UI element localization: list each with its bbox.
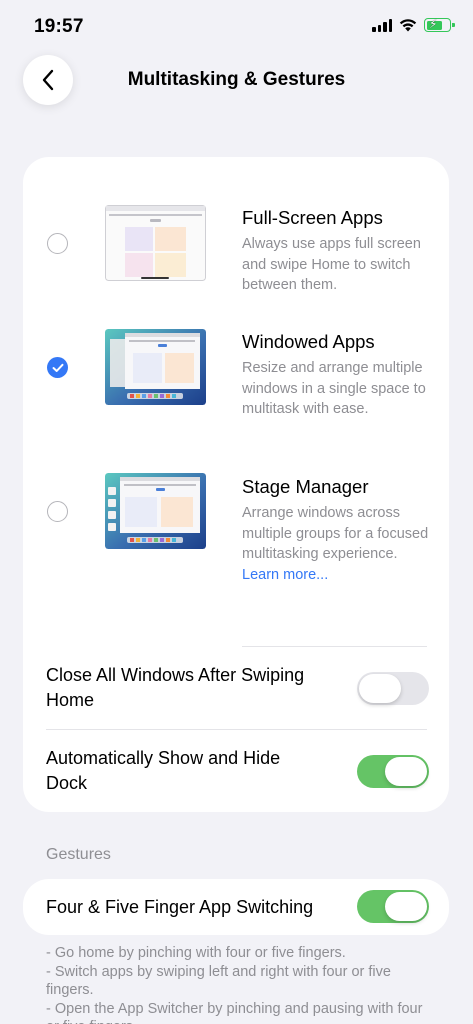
four-five-finger-toggle[interactable]: [357, 890, 429, 923]
radio-windowed[interactable]: [47, 357, 68, 378]
multitasking-modes-card: Full-Screen Apps Always use apps full sc…: [23, 157, 449, 812]
four-five-finger-row: Four & Five Finger App Switching: [23, 879, 449, 935]
page-title: Multitasking & Gestures: [127, 69, 346, 90]
learn-more-link[interactable]: Learn more...: [242, 567, 328, 583]
cellular-signal-icon: [372, 18, 392, 32]
checkmark-icon: [52, 363, 63, 372]
mode-title: Full-Screen Apps: [242, 207, 383, 228]
toggle-label: Four & Five Finger App Switching: [46, 897, 314, 917]
close-windows-row: Close All Windows After Swiping Home: [23, 647, 449, 729]
wifi-icon: [399, 19, 417, 32]
mode-description: Resize and arrange multiple windows in a…: [242, 360, 426, 417]
mode-option-windowed[interactable]: Windowed Apps Resize and arrange multipl…: [23, 325, 449, 435]
close-windows-toggle[interactable]: [357, 672, 429, 705]
auto-hide-dock-toggle[interactable]: [357, 755, 429, 788]
gestures-card: Four & Five Finger App Switching: [23, 879, 449, 935]
footer-note: - Switch apps by swiping left and right …: [46, 963, 391, 999]
mode-description-text: Arrange windows across multiple groups f…: [242, 505, 429, 562]
footer-note: - Open the App Switcher by pinching and …: [46, 1000, 423, 1024]
gestures-footer-notes: - Go home by pinching with four or five …: [46, 944, 436, 1024]
mode-option-stage-manager[interactable]: Stage Manager Arrange windows across mul…: [23, 469, 449, 583]
section-header-gestures: Gestures: [46, 846, 111, 863]
windowed-preview-image: [105, 329, 206, 405]
status-bar: 19:57 ⚡: [0, 0, 473, 56]
auto-hide-dock-row: Automatically Show and Hide Dock: [23, 730, 449, 812]
toggle-knob: [385, 892, 427, 921]
radio-stage-manager[interactable]: [47, 501, 68, 522]
mode-title: Stage Manager: [242, 476, 369, 497]
status-icons: ⚡: [372, 17, 455, 32]
toggle-knob: [385, 757, 427, 786]
toggle-knob: [359, 674, 401, 703]
status-time: 19:57: [34, 16, 84, 37]
mode-option-full-screen[interactable]: Full-Screen Apps Always use apps full sc…: [23, 201, 449, 311]
mode-description: Always use apps full screen and swipe Ho…: [242, 236, 421, 293]
footer-note: - Go home by pinching with four or five …: [46, 945, 346, 961]
radio-full-screen[interactable]: [47, 233, 68, 254]
toggle-label: Automatically Show and Hide Dock: [46, 748, 281, 793]
stage-manager-preview-image: [105, 473, 206, 549]
full-screen-preview-image: [105, 205, 206, 281]
battery-charging-icon: ⚡: [424, 17, 455, 32]
mode-description: Arrange windows across multiple groups f…: [242, 503, 437, 585]
mode-title: Windowed Apps: [242, 331, 375, 352]
toggle-label: Close All Windows After Swiping Home: [46, 665, 305, 710]
